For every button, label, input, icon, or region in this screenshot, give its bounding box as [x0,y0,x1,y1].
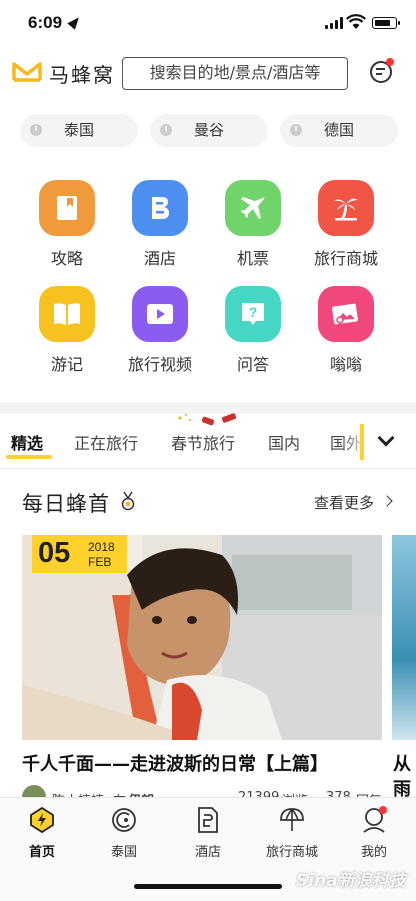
grid-item-wengweng[interactable]: 嗡嗡 [301,286,391,375]
grid-item-travelogue[interactable]: 游记 [22,286,112,375]
hotel-icon [132,180,188,236]
grid-item-qa[interactable]: ? 问答 [208,286,298,375]
grid-item-hotel[interactable]: 酒店 [115,180,205,269]
grid-label: 攻略 [50,249,83,268]
grid-label: 旅行商城 [313,249,378,268]
tab-traveling-now[interactable]: 正在旅行 [74,430,138,454]
active-tab-underline [6,455,52,459]
grid-label: 旅行视频 [127,355,192,374]
pill-label: 泰国 [63,121,94,139]
tabbar-label: 酒店 [194,845,221,860]
grid-label: 机票 [236,249,269,268]
article-title[interactable]: 千人千面——走进波斯的日常【上篇】 [22,750,328,776]
next-article-cover-image[interactable] [392,535,416,740]
airplane-icon [225,180,281,236]
weather-pill-bangkok[interactable]: 曼谷 [150,114,268,147]
date-month: FEB [88,555,112,569]
grid-label: 问答 [236,355,269,374]
content-tabs: 精选 正在旅行 春节旅行 国内 国外 [0,424,416,464]
tabbar-hotel[interactable]: 酒店 [168,806,248,860]
watermark: Sina新浪科技 [296,871,406,891]
grid-item-video[interactable]: 旅行视频 [115,286,205,375]
palm-tree-icon [318,180,374,236]
weather-pill-thailand[interactable]: 泰国 [20,114,138,147]
date-day: 05 [38,537,71,569]
guide-book-icon [39,180,95,236]
wifi-icon [346,14,366,29]
tab-spring-festival[interactable]: 春节旅行 [171,430,235,454]
tabs-divider [0,468,416,469]
tab-featured[interactable]: 精选 [11,430,43,454]
mafengwo-logo-icon [12,62,42,82]
status-bar: 6:09 [0,0,416,46]
tabbar-label: 旅行商城 [265,845,318,860]
chevron-right-icon [381,495,393,507]
play-icon [132,286,188,342]
tabbar-home[interactable]: 首页 [2,806,82,860]
next-article-title[interactable]: 从 [393,750,411,776]
tabbar-label: 泰国 [110,845,137,860]
tabbar-label: 首页 [28,845,55,860]
tabbar-profile[interactable]: 我的 [334,806,414,860]
status-time: 6:09 [28,13,63,32]
photo-icon [318,286,374,342]
grid-label: 酒店 [143,249,176,268]
medal-icon [121,491,135,511]
mall-icon [280,808,304,831]
grid-label: 游记 [50,355,83,374]
see-more-link[interactable]: 查看更多 [314,492,374,513]
tabbar-destination[interactable]: 泰国 [84,806,164,860]
destination-icon [112,808,136,832]
pill-label: 曼谷 [193,121,224,139]
svg-text:?: ? [249,304,258,320]
home-indicator[interactable] [134,884,282,889]
chevron-down-icon[interactable] [377,429,395,447]
grid-label: 嗡嗡 [329,355,362,374]
search-input[interactable]: 搜索目的地/景点/酒店等 [122,57,348,90]
profile-icon [363,806,387,833]
message-badge [386,58,394,66]
battery-icon [372,17,400,29]
hotel-doc-icon [198,807,218,833]
date-year: 2018 [88,540,115,554]
section-title: 每日蜂首 [22,492,110,516]
brand-name: 马蜂窝 [49,63,115,87]
home-icon [30,806,54,834]
pill-label: 德国 [323,121,354,139]
grid-item-flights[interactable]: 机票 [208,180,298,269]
tabbar-mall[interactable]: 旅行商城 [252,806,332,860]
grid-item-guide[interactable]: 攻略 [22,180,112,269]
tab-fade [340,424,370,464]
signal-icon [325,17,343,29]
question-icon: ? [225,286,281,342]
tab-domestic[interactable]: 国内 [268,430,300,454]
grid-item-mall[interactable]: 旅行商城 [301,180,391,269]
location-arrow-icon [67,14,83,30]
tab-edge-marker [360,424,364,460]
weather-pill-germany[interactable]: 德国 [280,114,398,147]
tabbar-label: 我的 [360,845,387,860]
open-book-icon [39,286,95,342]
